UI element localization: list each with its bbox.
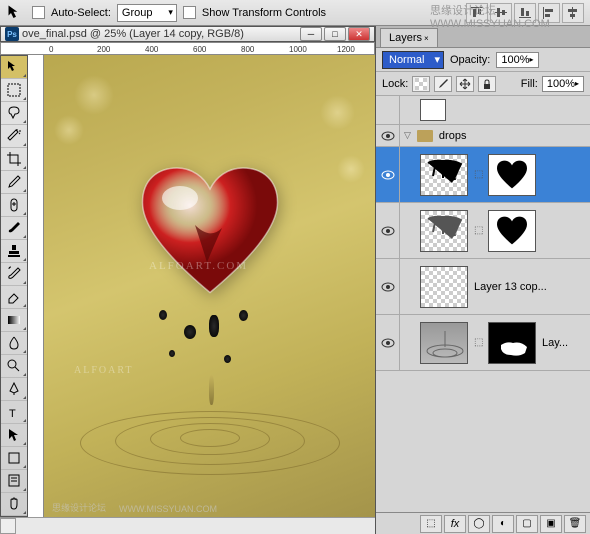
ps-badge-icon: Ps (5, 27, 19, 41)
minimize-button[interactable]: ─ (300, 27, 322, 41)
crop-tool[interactable] (1, 148, 27, 171)
gradient-tool[interactable] (1, 309, 27, 332)
wand-tool[interactable] (1, 125, 27, 148)
layer-name: Layer 13 cop... (474, 281, 547, 293)
visibility-icon[interactable] (381, 131, 395, 141)
vertical-ruler (28, 55, 44, 517)
watermark-left: ALFOART (74, 365, 134, 376)
layer-row[interactable]: ⬚ Lay... (376, 315, 590, 371)
new-layer-icon[interactable]: ▣ (540, 515, 562, 533)
layers-panel-footer: ⬚ fx ◯ ◐ ▢ ▣ 🗑 (376, 512, 590, 534)
opacity-label: Opacity: (450, 54, 490, 66)
layer-list: ▽ drops ⬚ (376, 96, 590, 512)
document-titlebar: Ps ove_final.psd @ 25% (Layer 14 copy, R… (0, 26, 375, 42)
horizontal-scrollbar[interactable] (0, 517, 375, 534)
link-icon: ⬚ (474, 337, 482, 348)
show-transform-checkbox[interactable] (183, 6, 196, 19)
type-tool[interactable]: T (1, 401, 27, 424)
document-title: ove_final.psd @ 25% (Layer 14 copy, RGB/… (22, 28, 297, 40)
layer-thumbnail (420, 322, 468, 364)
visibility-icon[interactable] (381, 338, 395, 348)
layer-row[interactable]: ⬚ (376, 147, 590, 203)
move-tool-indicator (6, 3, 26, 23)
layer-group-row[interactable]: ▽ drops (376, 125, 590, 147)
show-transform-label: Show Transform Controls (202, 7, 326, 19)
visibility-icon[interactable] (381, 226, 395, 236)
watermark-bottom-site: WWW.MISSYUAN.COM (119, 504, 217, 514)
brush-tool[interactable] (1, 217, 27, 240)
link-icon: ⬚ (474, 225, 482, 236)
lock-image-icon[interactable] (434, 76, 452, 92)
layer-row[interactable] (376, 96, 590, 125)
watermark-top: 思缘设计论坛 WWW.MISSYUAN.COM (430, 2, 590, 30)
visibility-icon[interactable] (381, 170, 395, 180)
layer-thumbnail (420, 210, 468, 252)
water-ripple (70, 397, 350, 477)
new-group-icon[interactable]: ▢ (516, 515, 538, 533)
folder-icon (417, 130, 433, 142)
fill-label: Fill: (521, 78, 538, 90)
link-icon: ⬚ (474, 169, 482, 180)
layer-mask-thumbnail (488, 154, 536, 196)
layer-thumbnail (420, 154, 468, 196)
healing-tool[interactable] (1, 194, 27, 217)
blend-mode-dropdown[interactable]: Normal (382, 51, 444, 69)
shape-tool[interactable] (1, 447, 27, 470)
layers-tab[interactable]: Layers× (380, 28, 438, 47)
opacity-input[interactable]: 100% (496, 52, 538, 68)
auto-select-dropdown[interactable]: Group (117, 4, 177, 22)
pen-tool[interactable] (1, 378, 27, 401)
lock-label: Lock: (382, 78, 408, 90)
layers-panel: Layers× Normal Opacity: 100% Lock: Fill:… (375, 26, 590, 534)
stamp-tool[interactable] (1, 240, 27, 263)
canvas[interactable]: ALFOART.COM ALFOART 思缘设计论坛 WWW.MISSYUAN.… (44, 55, 375, 517)
watermark-bottom-design: 思缘设计论坛 (52, 501, 106, 514)
layer-fx-icon[interactable]: fx (444, 515, 466, 533)
layer-mask-icon[interactable]: ◯ (468, 515, 490, 533)
close-button[interactable]: ✕ (348, 27, 370, 41)
auto-select-checkbox[interactable] (32, 6, 45, 19)
visibility-icon[interactable] (381, 282, 395, 292)
maximize-button[interactable]: □ (324, 27, 346, 41)
lock-position-icon[interactable] (456, 76, 474, 92)
eyedropper-tool[interactable] (1, 171, 27, 194)
auto-select-label: Auto-Select: (51, 7, 111, 19)
horizontal-ruler: 0 200 400 600 800 1000 1200 (0, 42, 375, 55)
link-layers-icon[interactable]: ⬚ (420, 515, 442, 533)
adjustment-layer-icon[interactable]: ◐ (492, 515, 514, 533)
hand-tool[interactable] (1, 493, 27, 516)
group-twisty-icon[interactable]: ▽ (404, 130, 411, 141)
path-select-tool[interactable] (1, 424, 27, 447)
move-tool[interactable] (1, 56, 27, 79)
toolbox: T (0, 55, 28, 517)
layer-name: Lay... (542, 337, 568, 349)
eraser-tool[interactable] (1, 286, 27, 309)
layer-mask-thumbnail (488, 210, 536, 252)
blur-tool[interactable] (1, 332, 27, 355)
heart-artwork (135, 165, 285, 300)
group-name: drops (439, 130, 467, 142)
layer-mask-thumbnail (488, 322, 536, 364)
history-brush-tool[interactable] (1, 263, 27, 286)
layer-row[interactable]: ⬚ (376, 203, 590, 259)
watermark-center: ALFOART.COM (149, 260, 248, 272)
lock-all-icon[interactable] (478, 76, 496, 92)
layer-row[interactable]: Layer 13 cop... (376, 259, 590, 315)
notes-tool[interactable] (1, 470, 27, 493)
svg-text:T: T (9, 408, 16, 420)
layer-thumbnail (420, 266, 468, 308)
lock-transparency-icon[interactable] (412, 76, 430, 92)
marquee-tool[interactable] (1, 79, 27, 102)
lasso-tool[interactable] (1, 102, 27, 125)
dodge-tool[interactable] (1, 355, 27, 378)
delete-layer-icon[interactable]: 🗑 (564, 515, 586, 533)
fill-input[interactable]: 100% (542, 76, 584, 92)
